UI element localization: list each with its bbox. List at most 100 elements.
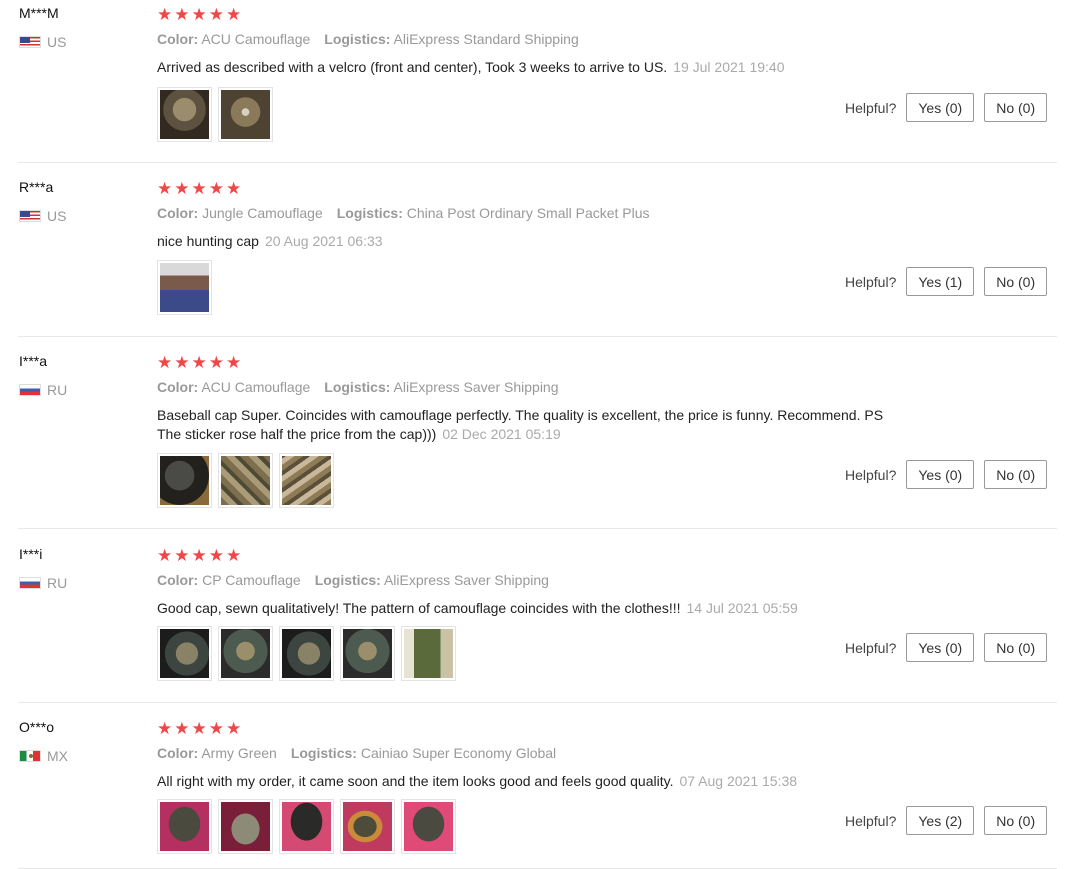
star-icon: ★ [208, 353, 224, 372]
review-meta: Color: ACU Camouflage Logistics: AliExpre… [157, 379, 559, 395]
review-photos [157, 799, 456, 854]
star-icon: ★ [226, 179, 242, 198]
review-photo[interactable] [279, 626, 334, 681]
star-icon: ★ [174, 179, 190, 198]
review-item: O***o MX ★ ★ ★ ★ ★ Color: Army Green Logistic… [18, 714, 1057, 869]
country-code: MX [47, 748, 68, 764]
comment-text: Arrived as described with a velcro (fron… [157, 59, 668, 75]
review-meta: Color: ACU Camouflage Logistics: AliExpre… [157, 31, 579, 47]
helpful-no-button[interactable]: No (0) [984, 633, 1048, 662]
helpful-yes-button[interactable]: Yes (0) [906, 460, 975, 489]
review-comment: Baseball cap Super. Coincides with camou… [157, 406, 957, 444]
cap-photo [221, 90, 270, 139]
logistics-label: Logistics: [324, 31, 391, 47]
logistics-label: Logistics: [336, 205, 403, 221]
color-value: Jungle Camouflage [202, 205, 323, 221]
review-photo[interactable] [340, 799, 395, 854]
country-code: RU [47, 382, 68, 398]
helpful-label: Helpful? [845, 273, 897, 290]
comment-text: Good cap, sewn qualitatively! The patter… [157, 600, 681, 616]
helpful-section: Helpful? Yes (0) No (0) [845, 93, 1048, 122]
cap-photo [282, 802, 331, 851]
cap-photo [160, 802, 209, 851]
review-item: I***a RU ★ ★ ★ ★ ★ Color: ACU Camouflage Logi… [18, 348, 1057, 529]
review-photos [157, 626, 456, 681]
star-rating: ★ ★ ★ ★ ★ [157, 180, 241, 197]
review-photo[interactable] [279, 453, 334, 508]
star-rating: ★ ★ ★ ★ ★ [157, 6, 241, 23]
review-photo[interactable] [157, 799, 212, 854]
review-item: R***a US ★ ★ ★ ★ ★ Color: Jungle Camouflage L… [18, 174, 1057, 337]
review-comment: Arrived as described with a velcro (fron… [157, 58, 957, 77]
review-comment: Good cap, sewn qualitatively! The patter… [157, 599, 957, 618]
review-meta: Color: Army Green Logistics: Cainiao Supe… [157, 745, 556, 761]
helpful-yes-button[interactable]: Yes (0) [906, 93, 975, 122]
reviewer-name: R***a [19, 179, 54, 195]
color-label: Color: [157, 31, 199, 47]
helpful-yes-button[interactable]: Yes (2) [906, 806, 975, 835]
helpful-yes-button[interactable]: Yes (1) [906, 267, 975, 296]
star-icon: ★ [208, 719, 224, 738]
star-icon: ★ [226, 546, 242, 565]
review-meta: Color: Jungle Camouflage Logistics: China… [157, 205, 650, 221]
review-item: M***M US ★ ★ ★ ★ ★ Color: ACU Camouflage Logi… [18, 0, 1057, 163]
star-icon: ★ [174, 719, 190, 738]
comment-text: All right with my order, it came soon an… [157, 773, 674, 789]
review-photo[interactable] [279, 799, 334, 854]
star-rating: ★ ★ ★ ★ ★ [157, 720, 241, 737]
review-photo[interactable] [401, 626, 456, 681]
cap-photo [160, 263, 209, 312]
review-photo[interactable] [218, 87, 273, 142]
star-icon: ★ [208, 179, 224, 198]
color-value: ACU Camouflage [201, 379, 311, 395]
comment-text: nice hunting cap [157, 233, 259, 249]
reviewer-country: MX [19, 748, 68, 764]
helpful-yes-button[interactable]: Yes (0) [906, 633, 975, 662]
review-photo[interactable] [218, 799, 273, 854]
review-photo[interactable] [218, 626, 273, 681]
cap-photo [282, 456, 331, 505]
star-icon: ★ [191, 546, 207, 565]
cap-photo [282, 629, 331, 678]
helpful-no-button[interactable]: No (0) [984, 267, 1048, 296]
review-date: 14 Jul 2021 05:59 [686, 600, 798, 616]
helpful-section: Helpful? Yes (0) No (0) [845, 633, 1048, 662]
star-rating: ★ ★ ★ ★ ★ [157, 547, 241, 564]
star-icon: ★ [157, 546, 173, 565]
cap-photo [160, 456, 209, 505]
helpful-no-button[interactable]: No (0) [984, 806, 1048, 835]
cap-photo [221, 802, 270, 851]
star-icon: ★ [157, 719, 173, 738]
cap-photo [343, 802, 392, 851]
logistics-label: Logistics: [314, 572, 381, 588]
reviewer-name: O***o [19, 719, 55, 735]
country-code: US [47, 208, 67, 224]
review-photo[interactable] [157, 87, 212, 142]
helpful-no-button[interactable]: No (0) [984, 93, 1048, 122]
review-photo[interactable] [340, 626, 395, 681]
us-flag-icon [19, 36, 41, 48]
cap-photo [221, 629, 270, 678]
star-icon: ★ [174, 5, 190, 24]
color-label: Color: [157, 572, 199, 588]
review-photos [157, 87, 273, 142]
review-comment: nice hunting cap 20 Aug 2021 06:33 [157, 232, 957, 251]
review-date: 02 Dec 2021 05:19 [442, 426, 561, 442]
review-date: 20 Aug 2021 06:33 [264, 233, 383, 249]
helpful-no-button[interactable]: No (0) [984, 460, 1048, 489]
color-value: Army Green [201, 745, 277, 761]
star-icon: ★ [157, 179, 173, 198]
review-comment: All right with my order, it came soon an… [157, 772, 957, 791]
review-photo[interactable] [218, 453, 273, 508]
logistics-value: Cainiao Super Economy Global [360, 745, 557, 761]
color-label: Color: [157, 745, 199, 761]
cap-photo [404, 802, 453, 851]
review-meta: Color: CP Camouflage Logistics: AliExpres… [157, 572, 549, 588]
review-photo[interactable] [157, 453, 212, 508]
review-photo[interactable] [157, 260, 212, 315]
country-code: US [47, 34, 67, 50]
reviewer-country: US [19, 34, 66, 50]
cap-photo [221, 456, 270, 505]
review-photo[interactable] [401, 799, 456, 854]
review-photo[interactable] [157, 626, 212, 681]
